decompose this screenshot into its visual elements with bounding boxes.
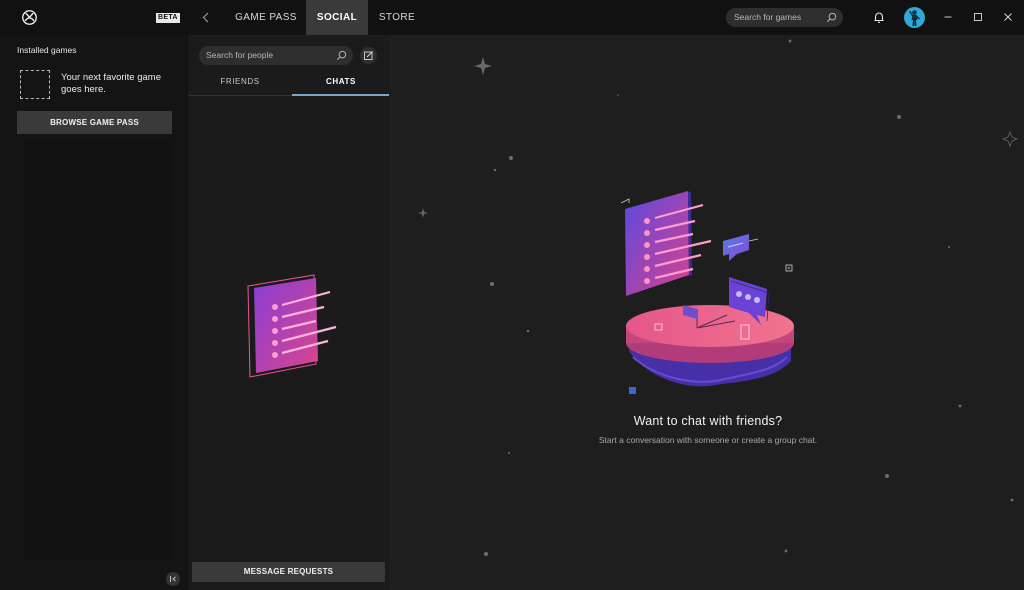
- chat-illustration: [620, 191, 794, 394]
- empty-state-title: Want to chat with friends?: [633, 414, 783, 428]
- xbox-logo-icon[interactable]: [22, 10, 37, 25]
- game-placeholder-text: Your next favorite game goes here.: [61, 72, 161, 95]
- collapse-panel-button[interactable]: [166, 572, 180, 586]
- new-chat-button[interactable]: [360, 47, 377, 64]
- maximize-icon[interactable]: [971, 10, 985, 24]
- tab-chats[interactable]: CHATS: [292, 71, 390, 96]
- search-people-input[interactable]: Search for people: [199, 46, 353, 65]
- search-icon[interactable]: [826, 12, 837, 23]
- avatar[interactable]: [904, 7, 925, 28]
- search-games-input[interactable]: Search for games: [726, 8, 843, 27]
- installed-games-panel: Installed games Your next favorite game …: [0, 35, 187, 590]
- collapse-icon: [170, 576, 176, 582]
- search-icon[interactable]: [336, 50, 347, 61]
- back-arrow-icon[interactable]: [200, 11, 212, 24]
- chat-empty-state-panel: Want to chat with friends? Start a conve…: [389, 35, 1024, 590]
- minimize-icon[interactable]: [941, 10, 955, 24]
- installed-games-list: [24, 140, 170, 560]
- installed-games-title: Installed games: [17, 45, 77, 55]
- tab-game-pass[interactable]: GAME PASS: [226, 0, 306, 35]
- message-requests-button[interactable]: MESSAGE REQUESTS: [192, 562, 385, 582]
- tab-store[interactable]: STORE: [368, 0, 426, 35]
- game-placeholder-tile: [20, 70, 50, 99]
- tab-friends[interactable]: FRIENDS: [188, 71, 292, 96]
- tab-social[interactable]: SOCIAL: [306, 0, 368, 35]
- beta-badge: BETA: [156, 13, 180, 23]
- compose-icon: [364, 51, 373, 60]
- bell-icon[interactable]: [873, 11, 885, 24]
- title-bar: BETA GAME PASS SOCIAL STORE Search for g…: [0, 0, 1024, 35]
- empty-state-subtitle: Start a conversation with someone or cre…: [598, 435, 818, 445]
- close-icon[interactable]: [1001, 10, 1015, 24]
- social-panel: Search for people FRIENDS CHATS MESSAGE …: [187, 35, 390, 590]
- avatar-figure-icon: [908, 10, 920, 26]
- search-games-placeholder: Search for games: [734, 12, 802, 22]
- search-people-placeholder: Search for people: [206, 50, 274, 60]
- browse-game-pass-button[interactable]: BROWSE GAME PASS: [17, 111, 172, 134]
- chat-list-illustration: [247, 274, 337, 378]
